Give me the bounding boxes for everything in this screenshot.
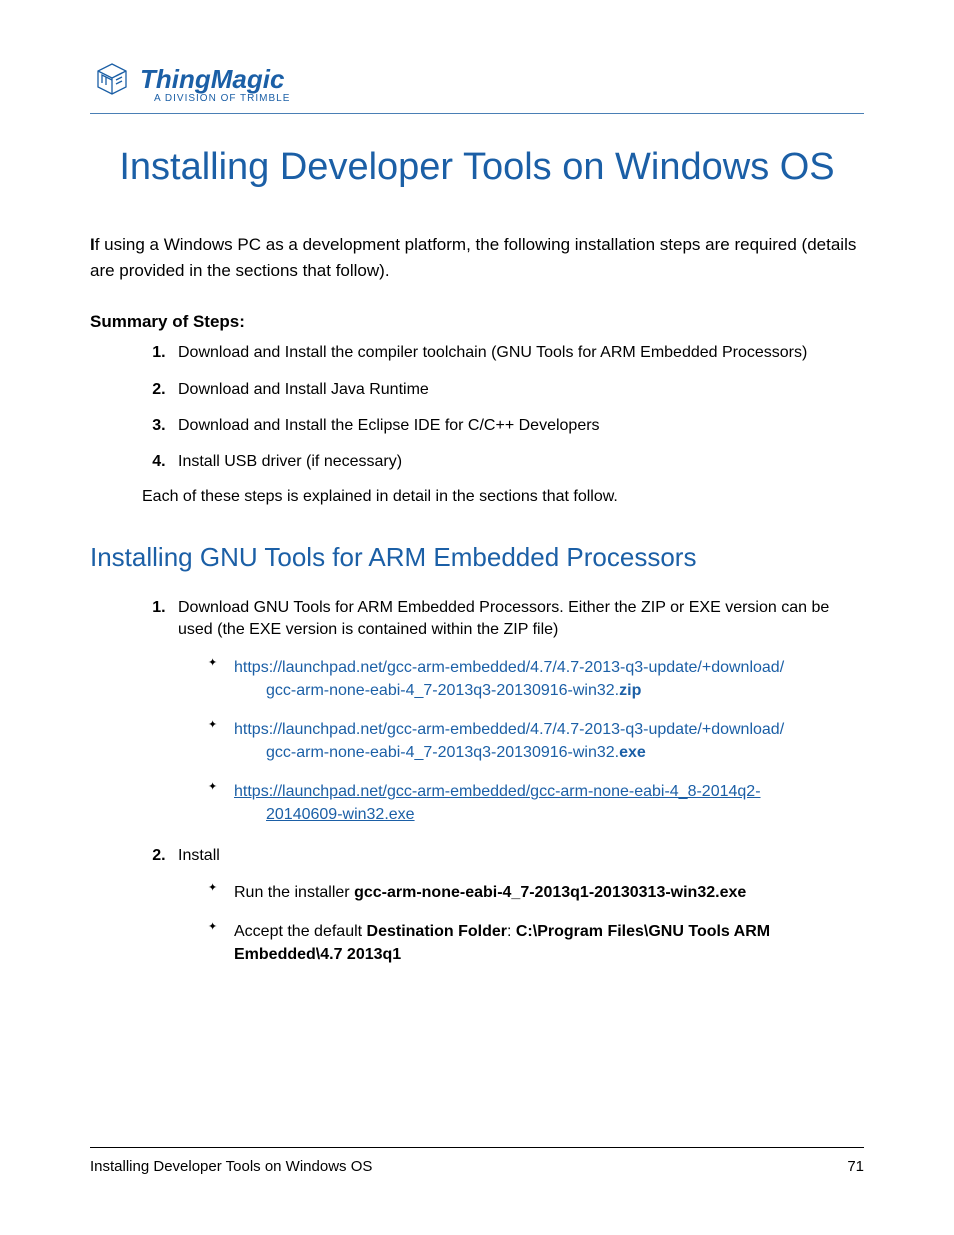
page-footer: Installing Developer Tools on Windows OS… <box>90 1147 864 1175</box>
install-substeps: Run the installer gcc-arm-none-eabi-4_7-… <box>178 881 864 967</box>
intro-paragraph: If using a Windows PC as a development p… <box>90 232 864 285</box>
download-link-48[interactable]: https://launchpad.net/gcc-arm-embedded/g… <box>234 783 864 826</box>
download-link-zip[interactable]: https://launchpad.net/gcc-arm-embedded/4… <box>234 659 864 702</box>
footer-title: Installing Developer Tools on Windows OS <box>90 1158 372 1175</box>
substep-destination: Accept the default Destination Folder: C… <box>208 920 864 966</box>
link-item: https://launchpad.net/gcc-arm-embedded/g… <box>208 780 864 826</box>
intro-text: f using a Windows PC as a development pl… <box>90 235 856 280</box>
page-header: ThingMagic A DIVISION OF TRIMBLE <box>90 60 864 114</box>
summary-list: Download and Install the compiler toolch… <box>90 342 864 474</box>
download-link-exe[interactable]: https://launchpad.net/gcc-arm-embedded/4… <box>234 721 864 764</box>
summary-item: Download and Install the compiler toolch… <box>170 342 864 364</box>
step-download: Download GNU Tools for ARM Embedded Proc… <box>170 597 864 827</box>
substep-run: Run the installer gcc-arm-none-eabi-4_7-… <box>208 881 864 904</box>
download-links: https://launchpad.net/gcc-arm-embedded/4… <box>178 656 864 827</box>
step-install: Install Run the installer gcc-arm-none-e… <box>170 845 864 967</box>
install-steps: Download GNU Tools for ARM Embedded Proc… <box>90 597 864 967</box>
summary-footer: Each of these steps is explained in deta… <box>142 488 864 506</box>
brand-tagline: A DIVISION OF TRIMBLE <box>154 94 290 104</box>
page-title: Installing Developer Tools on Windows OS <box>90 144 864 192</box>
summary-item: Download and Install the Eclipse IDE for… <box>170 415 864 437</box>
summary-item: Install USB driver (if necessary) <box>170 451 864 473</box>
cube-icon <box>90 60 134 109</box>
section-heading: Installing GNU Tools for ARM Embedded Pr… <box>90 542 864 573</box>
link-item: https://launchpad.net/gcc-arm-embedded/4… <box>208 656 864 702</box>
link-item: https://launchpad.net/gcc-arm-embedded/4… <box>208 718 864 764</box>
brand-text-group: ThingMagic A DIVISION OF TRIMBLE <box>140 66 290 104</box>
page-number: 71 <box>847 1158 864 1175</box>
page-container: ThingMagic A DIVISION OF TRIMBLE Install… <box>0 0 954 1235</box>
brand-logo: ThingMagic A DIVISION OF TRIMBLE <box>90 60 864 109</box>
summary-item: Download and Install Java Runtime <box>170 379 864 401</box>
brand-name: ThingMagic <box>140 66 290 92</box>
step-text: Download GNU Tools for ARM Embedded Proc… <box>178 599 829 638</box>
step-text: Install <box>178 847 220 864</box>
summary-heading: Summary of Steps: <box>90 312 864 332</box>
